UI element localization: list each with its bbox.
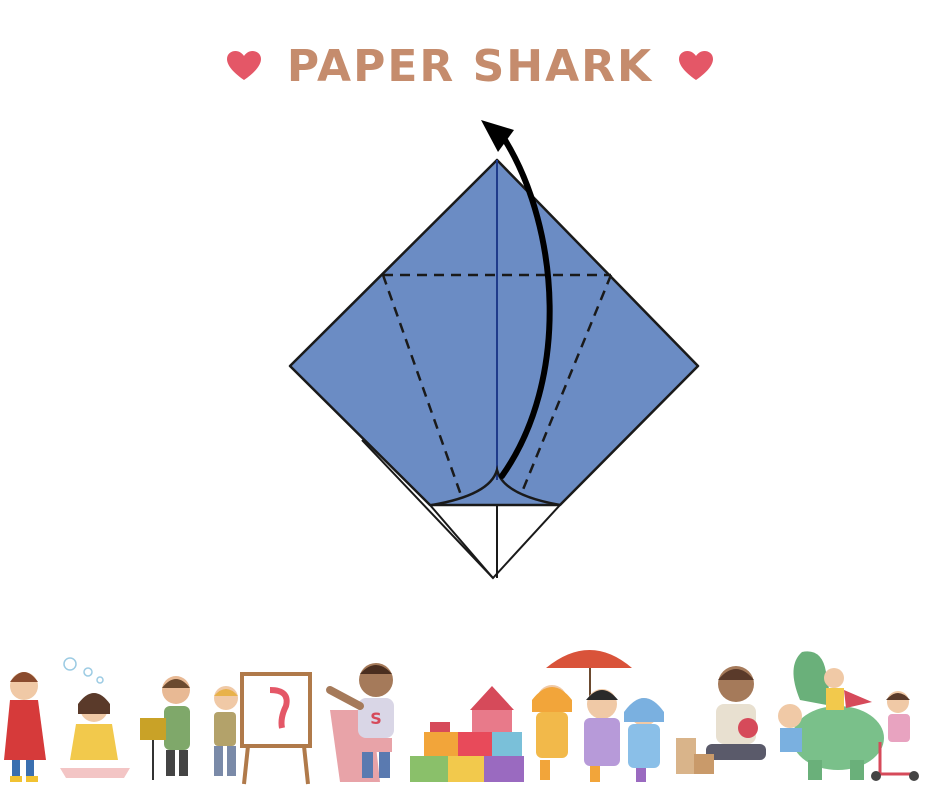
child-painting-illustration bbox=[214, 672, 312, 785]
superhero-kid-illustration: S bbox=[326, 663, 394, 782]
dragon-kids-illustration bbox=[778, 651, 919, 781]
paper-diamond bbox=[288, 158, 700, 507]
svg-text:S: S bbox=[370, 709, 382, 728]
girl-sitting-illustration bbox=[60, 693, 130, 778]
boy-music-illustration bbox=[140, 676, 190, 780]
boy-blocks-illustration bbox=[676, 666, 766, 774]
kids-illustration-strip: S bbox=[4, 650, 919, 785]
kids-umbrella-illustration bbox=[532, 650, 664, 782]
building-blocks-illustration bbox=[410, 686, 524, 782]
origami-diagram bbox=[288, 120, 700, 580]
